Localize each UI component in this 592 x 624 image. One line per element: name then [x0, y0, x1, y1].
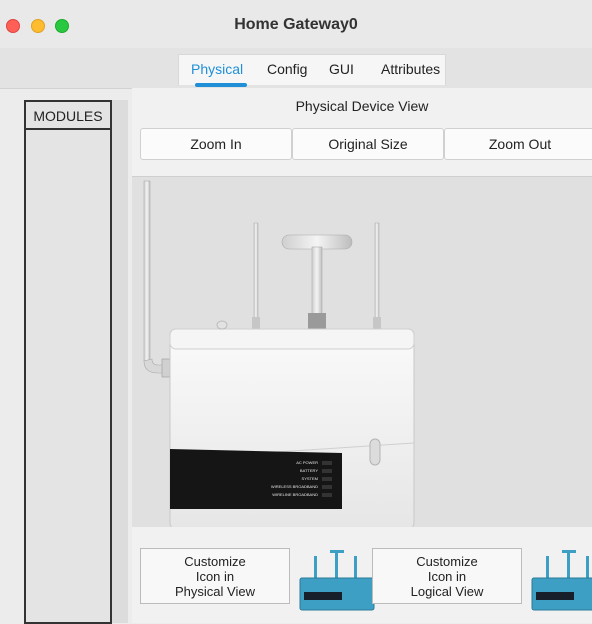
customize-logical-icon-button[interactable]: Customize Icon in Logical View [372, 548, 522, 604]
customize-physical-label: Customize Icon in Physical View [175, 553, 255, 599]
tab-bar: Physical Config GUI Attributes [0, 48, 592, 89]
led-label-wireline-broadband: WIRELINE BROADBAND [272, 492, 318, 497]
modules-label: MODULES [26, 108, 110, 130]
device-image-view[interactable]: AC POWER BATTERY SYSTEM WIRELESS BROADBA… [132, 176, 592, 527]
led-label-battery: BATTERY [300, 468, 318, 473]
physical-icon-preview [299, 550, 375, 611]
home-gateway-image: AC POWER BATTERY SYSTEM WIRELESS BROADBA… [143, 180, 415, 527]
tab-gui[interactable]: GUI [329, 61, 354, 77]
led-label-wireless-broadband: WIRELESS BROADBAND [271, 484, 318, 489]
left-antenna [143, 180, 173, 378]
logical-icon-preview [531, 550, 592, 611]
zoom-in-button[interactable]: Zoom In [140, 128, 292, 160]
led-label-ac-power: AC POWER [296, 460, 318, 465]
tab-config[interactable]: Config [267, 61, 307, 77]
tab-physical-label: Physical [191, 61, 244, 77]
tab-physical[interactable]: Physical [191, 61, 248, 87]
middle-right-antenna [373, 222, 381, 331]
middle-left-antenna [252, 222, 260, 331]
customize-logical-label: Customize Icon in Logical View [410, 553, 484, 599]
physical-device-panel: Physical Device View Zoom In Original Si… [132, 88, 592, 623]
modules-list[interactable]: MODULES [24, 100, 112, 624]
tab-attributes[interactable]: Attributes [381, 61, 440, 77]
active-tab-indicator [195, 83, 248, 87]
zoom-out-button[interactable]: Zoom Out [444, 128, 592, 160]
original-size-button[interactable]: Original Size [292, 128, 444, 160]
physical-device-view-title: Physical Device View [295, 98, 429, 114]
title-bar: Home Gateway0 [0, 0, 592, 48]
gateway-body: AC POWER BATTERY SYSTEM WIRELESS BROADBA… [169, 320, 415, 527]
modules-panel: MODULES [24, 100, 128, 624]
led-label-system: SYSTEM [302, 476, 318, 481]
customize-physical-icon-button[interactable]: Customize Icon in Physical View [140, 548, 290, 604]
window-title: Home Gateway0 [234, 16, 358, 33]
t-antenna [281, 234, 353, 333]
tab-strip: Physical Config GUI Attributes [178, 54, 446, 87]
